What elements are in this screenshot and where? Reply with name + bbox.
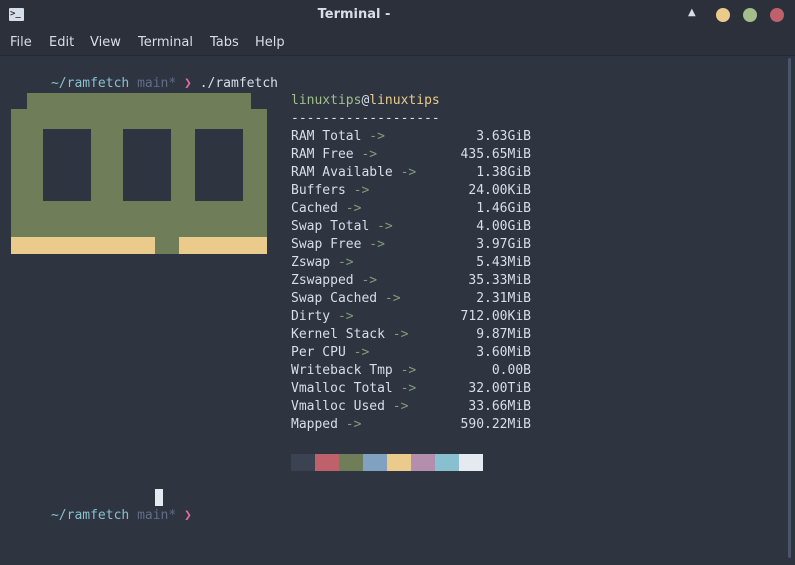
stat-label: Per CPU [291,345,346,360]
text-cursor [155,489,163,506]
menu-terminal[interactable]: Terminal [138,35,193,50]
stat-row: Per CPU -> [291,344,369,362]
palette-swatch [363,454,387,471]
window-title: Terminal - [317,7,391,22]
hostname: linuxtips [369,93,440,108]
prompt-symbol: ❯ [184,76,192,91]
menu-help[interactable]: Help [255,35,285,50]
stat-arrow: -> [337,309,354,324]
palette-swatch [339,454,363,471]
palette-swatch [459,454,483,471]
stat-label: Zswap [291,255,331,270]
stat-label: Buffers [291,183,346,198]
stat-value: 4.00GiB [476,219,531,234]
stat-value: 1.38GiB [476,165,531,180]
user-host-header: linuxtips@linuxtips [291,92,440,110]
menu-edit[interactable]: Edit [49,35,74,50]
terminal-output[interactable]: ~/ramfetch main* ❯ ./ramfetch linuxtips@… [0,56,783,565]
stat-arrow: -> [337,255,354,270]
stat-value: 9.87MiB [476,327,531,342]
stat-value: 0.00B [491,363,531,378]
stat-row: Zswap -> [291,254,354,272]
prompt-directory: ~/ramfetch [50,76,130,91]
header-separator: ------------------- [291,111,440,126]
stat-arrow: -> [353,345,370,360]
stat-value: 2.31MiB [476,291,531,306]
terminal-window: >_ Terminal - ▲ File Edit View Terminal … [0,0,795,565]
stat-label: Cached [291,201,338,216]
palette-swatch [387,454,411,471]
stat-row: Cached -> [291,200,361,218]
command-prompt-line: ~/ramfetch main* ❯ ./ramfetch [4,57,278,91]
stat-value: 435.65MiB [460,147,531,162]
prompt-command: ./ramfetch [199,76,278,91]
stat-value: 24.00KiB [468,183,531,198]
stat-label: RAM Free [291,147,354,162]
stat-arrow: -> [345,201,362,216]
stat-value: 33.66MiB [468,399,531,414]
vertical-scrollbar[interactable] [783,56,795,565]
stat-label: Mapped [291,417,338,432]
stat-value: 5.43MiB [476,255,531,270]
stat-row: Zswapped -> [291,272,377,290]
minimize-button[interactable] [716,8,730,22]
stat-label: Zswapped [291,273,354,288]
stat-value: 3.63GiB [476,129,531,144]
stat-label: Dirty [291,309,331,324]
palette-swatch [435,454,459,471]
palette-swatch [315,454,339,471]
stat-arrow: -> [345,417,362,432]
stat-value: 3.97GiB [476,237,531,252]
stat-row: Dirty -> [291,308,354,326]
command-prompt-line-active: ~/ramfetch main* ❯ [4,489,192,523]
stat-value: 32.00TiB [468,381,531,396]
prompt-directory: ~/ramfetch [50,508,130,523]
username: linuxtips [291,93,362,108]
title-bar[interactable]: >_ Terminal - ▲ [0,0,795,31]
prompt-git-branch: main* [137,508,177,523]
stat-value: 712.00KiB [460,309,531,324]
prompt-git-branch: main* [137,76,177,91]
palette-swatch [411,454,435,471]
menu-file[interactable]: File [10,35,32,50]
stat-row: Mapped -> [291,416,361,434]
stat-label: Swap Free [291,237,362,252]
scrollbar-thumb[interactable] [788,58,791,558]
palette-swatch [291,454,315,471]
close-button[interactable] [770,8,784,22]
stat-label: Swap Total [291,219,370,234]
stat-row: RAM Free -> [291,146,377,164]
maximize-button[interactable] [743,8,757,22]
menu-tabs[interactable]: Tabs [210,35,239,50]
stat-label: Swap Cached [291,291,378,306]
stat-value: 1.46GiB [476,201,531,216]
prompt-symbol: ❯ [184,508,192,523]
keep-above-icon[interactable]: ▲ [688,7,696,18]
stat-arrow: -> [353,183,370,198]
stat-value: 35.33MiB [468,273,531,288]
menu-bar: File Edit View Terminal Tabs Help [0,31,795,56]
stat-value: 3.60MiB [476,345,531,360]
stat-label: RAM Total [291,129,362,144]
stat-row: Buffers -> [291,182,369,200]
stat-value: 590.22MiB [460,417,531,432]
menu-view[interactable]: View [90,35,121,50]
